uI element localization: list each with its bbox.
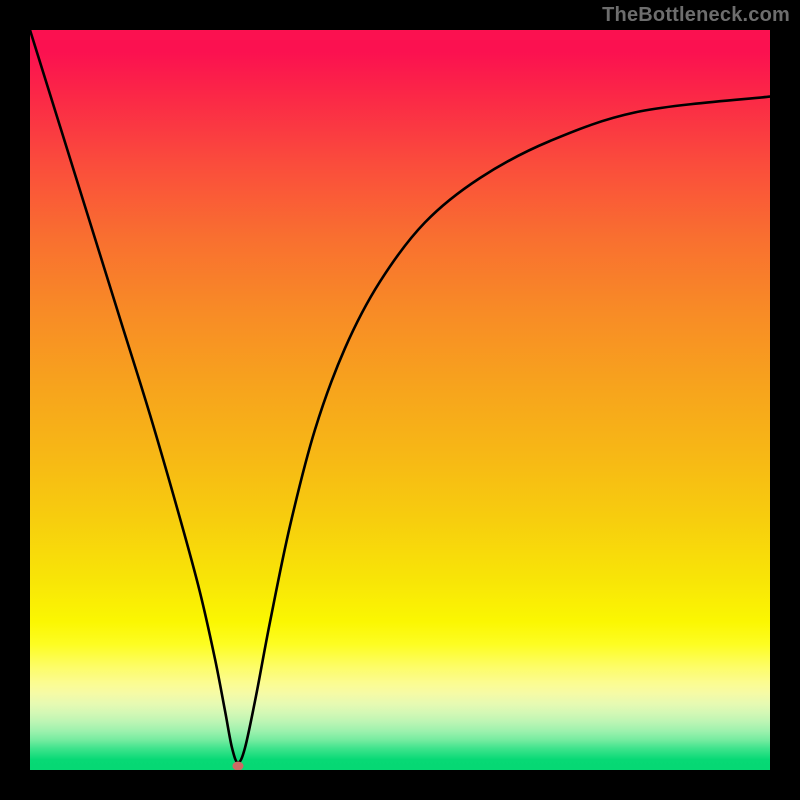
plot-area bbox=[30, 30, 770, 770]
min-marker bbox=[233, 761, 244, 770]
curve-svg bbox=[30, 30, 770, 770]
bottleneck-curve bbox=[30, 30, 770, 763]
source-label: TheBottleneck.com bbox=[602, 4, 790, 27]
chart-frame: TheBottleneck.com bbox=[0, 0, 800, 800]
